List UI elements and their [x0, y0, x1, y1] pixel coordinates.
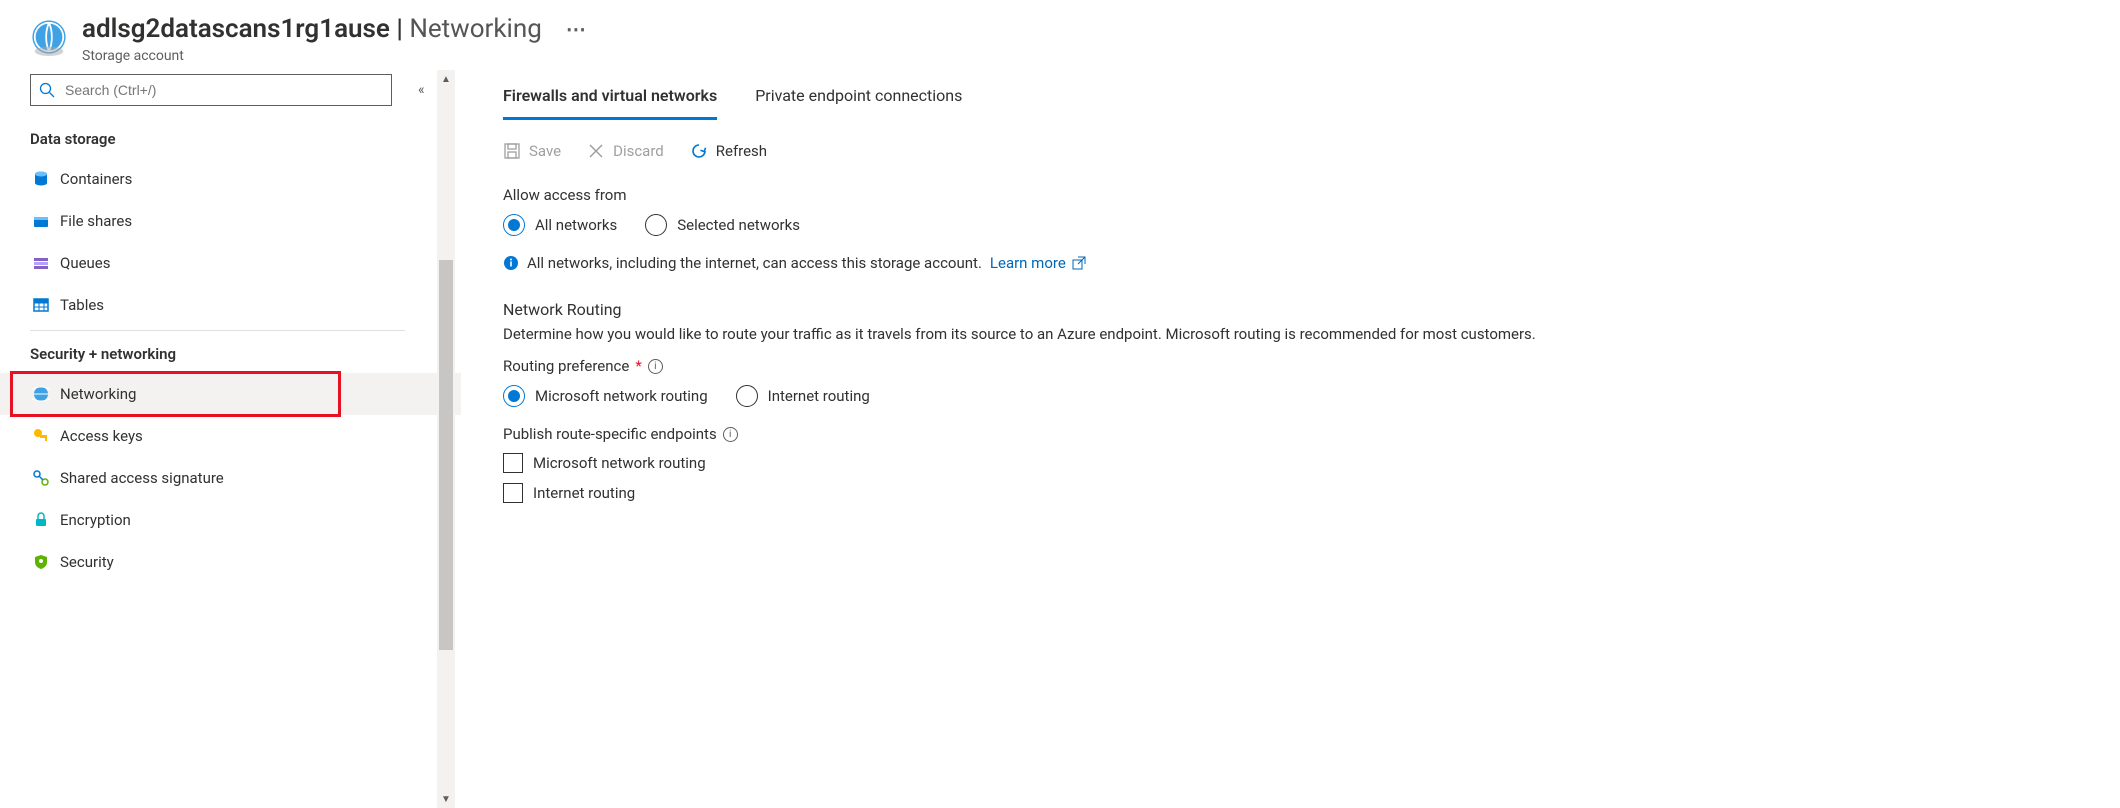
required-indicator: * [635, 357, 641, 375]
search-input[interactable] [30, 74, 392, 106]
sidebar-item-label: Containers [60, 170, 132, 188]
refresh-icon [690, 142, 708, 160]
tab-firewalls[interactable]: Firewalls and virtual networks [503, 78, 717, 120]
sidebar-item-label: File shares [60, 212, 132, 230]
checkbox-ms-routing[interactable]: Microsoft network routing [503, 453, 2090, 473]
radio-label: Microsoft network routing [535, 387, 708, 405]
containers-icon [32, 170, 60, 188]
page-header: adlsg2datascans1rg1ause | Networking ⋯ S… [0, 0, 2120, 70]
radio-selected-networks[interactable]: Selected networks [645, 214, 800, 236]
publish-endpoints-label: Publish route-specific endpoints i [503, 425, 2090, 443]
sidebar-item-tables[interactable]: Tables [30, 284, 455, 326]
sidebar-item-label: Networking [60, 385, 136, 403]
help-icon[interactable]: i [648, 359, 663, 374]
tables-icon [32, 296, 60, 314]
help-icon[interactable]: i [723, 427, 738, 442]
command-bar: Save Discard Refresh [503, 142, 2090, 160]
radio-label: Selected networks [677, 216, 800, 234]
discard-button[interactable]: Discard [587, 142, 664, 160]
learn-more-link[interactable]: Learn more [990, 254, 1086, 272]
security-icon [32, 553, 60, 571]
refresh-label: Refresh [716, 142, 767, 160]
save-icon [503, 142, 521, 160]
routing-preference-label: Routing preference * i [503, 357, 2090, 375]
save-label: Save [529, 142, 561, 160]
search-field[interactable] [63, 81, 383, 99]
sidebar-item-label: Encryption [60, 511, 131, 529]
page-title: adlsg2datascans1rg1ause | Networking ⋯ [82, 14, 586, 44]
radio-ms-routing[interactable]: Microsoft network routing [503, 385, 708, 407]
scroll-down-arrow[interactable]: ▼ [437, 790, 455, 808]
sidebar-item-networking[interactable]: Networking [0, 373, 461, 415]
radio-label: All networks [535, 216, 617, 234]
encryption-icon [32, 511, 60, 529]
refresh-button[interactable]: Refresh [690, 142, 767, 160]
checkbox-label: Internet routing [533, 484, 635, 502]
file-shares-icon [32, 212, 60, 230]
scrollbar-thumb[interactable] [439, 260, 453, 650]
sidebar: « Data storage Containers File shares [0, 70, 455, 808]
sidebar-item-label: Access keys [60, 427, 143, 445]
resource-name: adlsg2datascans1rg1ause [82, 14, 390, 44]
sidebar-item-security[interactable]: Security [30, 541, 455, 583]
sidebar-item-containers[interactable]: Containers [30, 158, 455, 200]
sidebar-item-sas[interactable]: Shared access signature [30, 457, 455, 499]
tab-private-endpoints[interactable]: Private endpoint connections [755, 78, 962, 120]
resource-type-label: Storage account [82, 48, 586, 64]
sas-icon [32, 469, 60, 487]
networking-icon [32, 385, 60, 403]
sidebar-item-queues[interactable]: Queues [30, 242, 455, 284]
checkbox-internet-routing[interactable]: Internet routing [503, 483, 2090, 503]
tab-bar: Firewalls and virtual networks Private e… [503, 78, 2090, 120]
info-text: All networks, including the internet, ca… [527, 254, 982, 272]
sidebar-item-encryption[interactable]: Encryption [30, 499, 455, 541]
radio-internet-routing[interactable]: Internet routing [736, 385, 870, 407]
sidebar-item-label: Shared access signature [60, 469, 224, 487]
discard-label: Discard [613, 142, 664, 160]
network-routing-title: Network Routing [503, 300, 2090, 319]
sidebar-item-file-shares[interactable]: File shares [30, 200, 455, 242]
external-link-icon [1072, 256, 1086, 270]
blade-title: Networking [409, 14, 541, 44]
collapse-sidebar-button[interactable]: « [418, 82, 425, 98]
sidebar-item-label: Security [60, 553, 114, 571]
scroll-up-arrow[interactable]: ▲ [437, 70, 455, 88]
info-icon [503, 255, 519, 271]
discard-icon [587, 142, 605, 160]
sidebar-item-label: Tables [60, 296, 104, 314]
queues-icon [32, 254, 60, 272]
radio-label: Internet routing [768, 387, 870, 405]
sidebar-scrollbar[interactable]: ▲ ▼ [437, 70, 455, 808]
routing-preference-radios: Microsoft network routing Internet routi… [503, 385, 2090, 407]
main-content: Firewalls and virtual networks Private e… [455, 70, 2120, 808]
network-routing-desc: Determine how you would like to route yo… [503, 325, 2090, 343]
sidebar-item-access-keys[interactable]: Access keys [30, 415, 455, 457]
storage-account-icon [30, 18, 68, 56]
access-keys-icon [32, 427, 60, 445]
access-info-message: All networks, including the internet, ca… [503, 254, 2090, 272]
allow-access-label: Allow access from [503, 186, 2090, 204]
checkbox-label: Microsoft network routing [533, 454, 706, 472]
sidebar-item-label: Queues [60, 254, 111, 272]
radio-all-networks[interactable]: All networks [503, 214, 617, 236]
nav-group-security[interactable]: Security + networking [30, 330, 405, 373]
save-button[interactable]: Save [503, 142, 561, 160]
more-actions-button[interactable]: ⋯ [566, 17, 586, 41]
search-icon [39, 82, 55, 98]
allow-access-radios: All networks Selected networks [503, 214, 2090, 236]
nav-group-data-storage[interactable]: Data storage [30, 120, 455, 158]
